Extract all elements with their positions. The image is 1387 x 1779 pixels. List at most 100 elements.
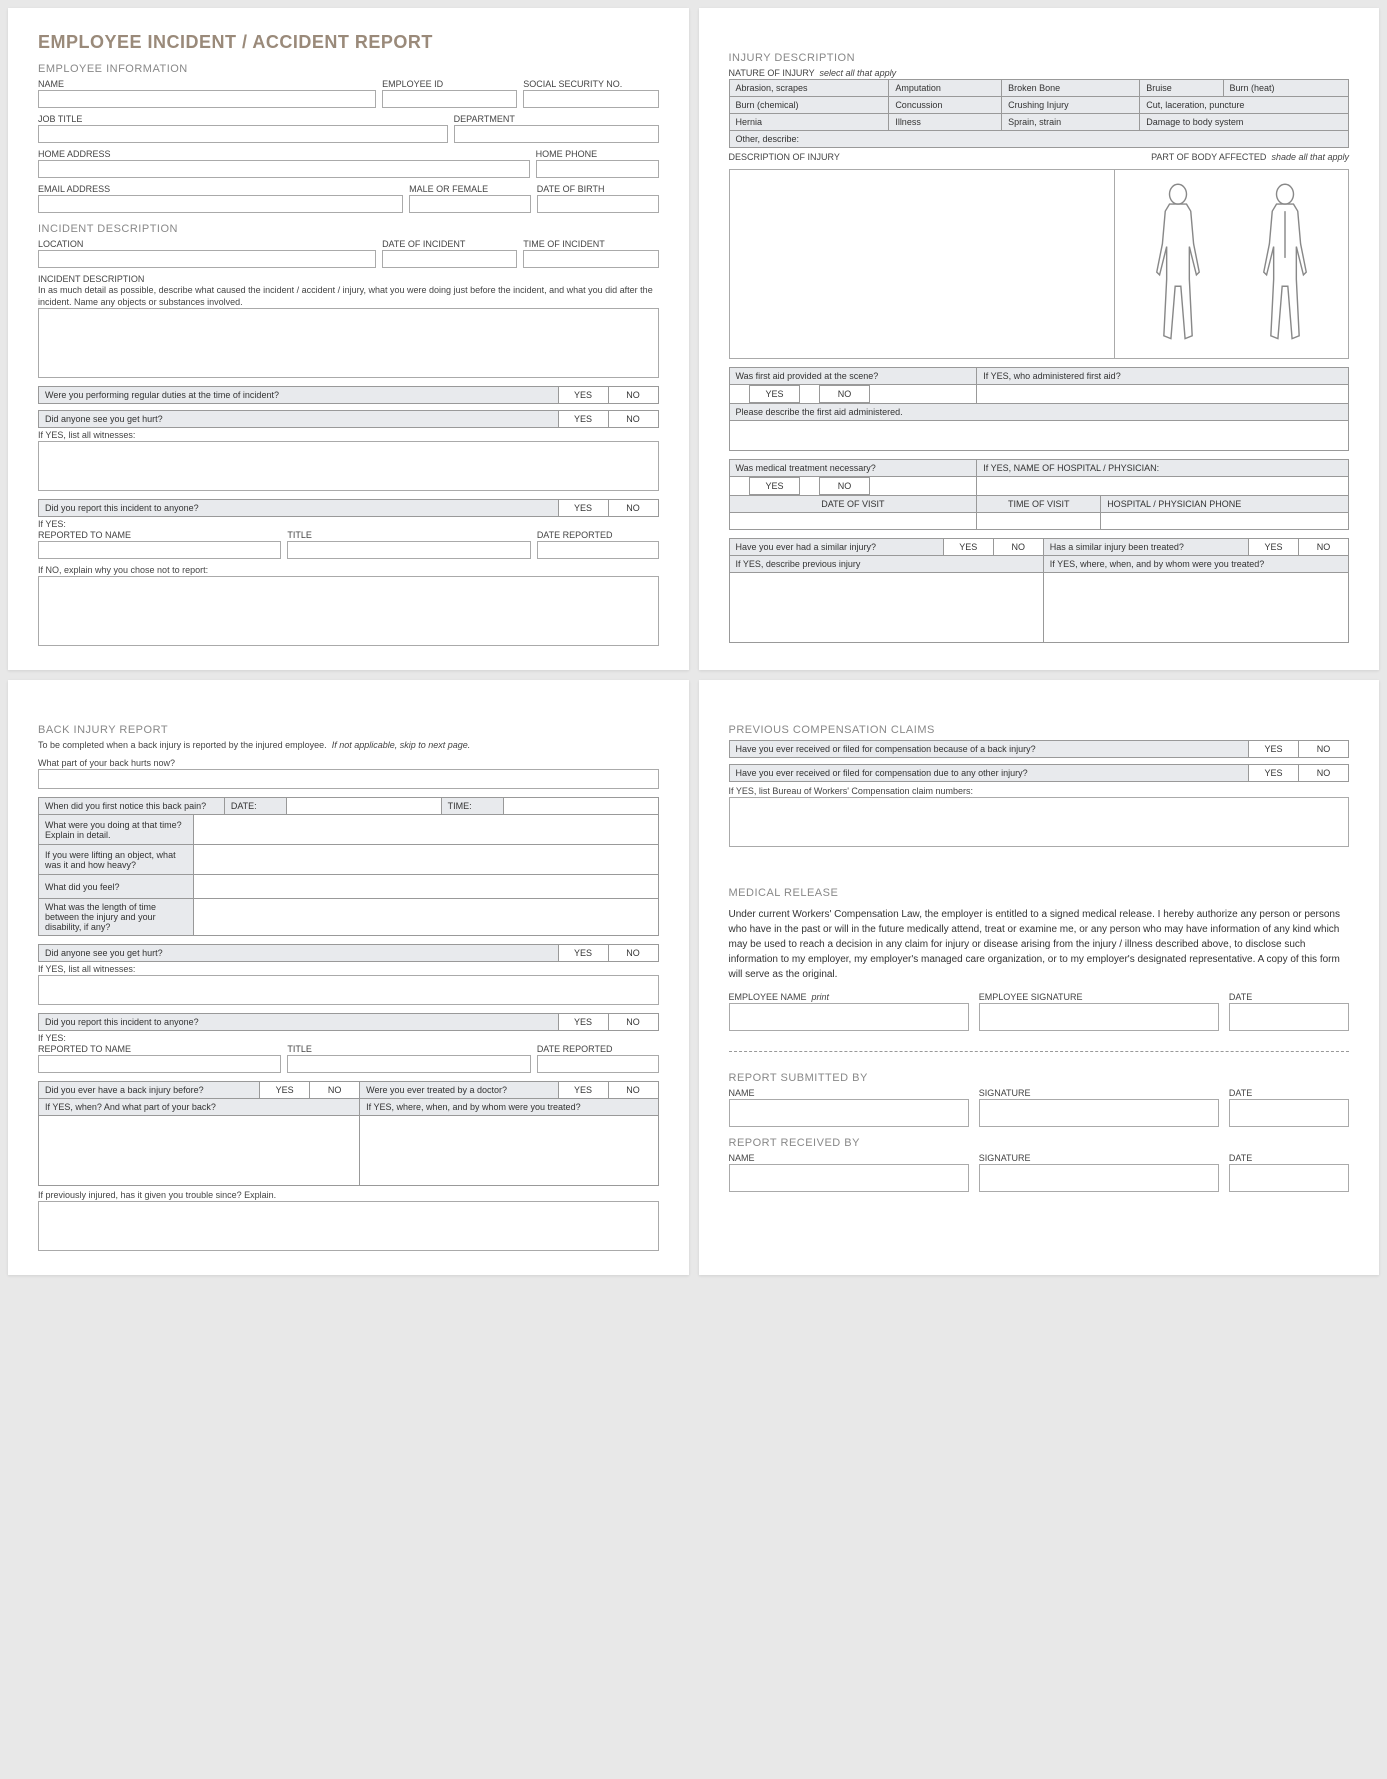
duties-yes[interactable]: YES (558, 387, 608, 404)
submitted-date-input[interactable] (1229, 1099, 1349, 1127)
nature-injury-table: Abrasion, scrapesAmputationBroken BoneBr… (729, 79, 1350, 148)
incident-desc-header: INCIDENT DESCRIPTION (38, 223, 659, 235)
witness-yes[interactable]: YES (558, 411, 608, 428)
treated-no[interactable]: NO (1299, 539, 1349, 556)
prev-back-yes[interactable]: YES (260, 1082, 310, 1099)
where-treated-textarea[interactable] (360, 1116, 658, 1186)
back-date-reported-input[interactable] (537, 1055, 659, 1073)
dob-input[interactable] (537, 195, 659, 213)
emp-name-input[interactable] (729, 1003, 969, 1031)
nature-cell[interactable]: Concussion (889, 97, 1002, 114)
gender-input[interactable] (409, 195, 531, 213)
nature-cell[interactable]: Crushing Injury (1002, 97, 1140, 114)
reported-to-input[interactable] (38, 541, 281, 559)
desc-injury-textarea[interactable] (730, 170, 1115, 358)
body-diagram[interactable] (1115, 170, 1348, 358)
back-witness-no[interactable]: NO (608, 945, 658, 962)
submitted-name-input[interactable] (729, 1099, 969, 1127)
firstaid-yes[interactable]: YES (750, 386, 800, 403)
where-treated-textarea[interactable] (1043, 573, 1348, 643)
hospital-input[interactable] (977, 477, 1349, 496)
prev-back-no[interactable]: NO (310, 1082, 360, 1099)
bureau-textarea[interactable] (729, 797, 1350, 847)
nature-cell[interactable]: Bruise (1140, 80, 1223, 97)
firstaid-desc-textarea[interactable] (729, 421, 1349, 451)
submitted-signature-input[interactable] (979, 1099, 1219, 1127)
hosp-phone-input[interactable] (1101, 513, 1349, 530)
medical-yes[interactable]: YES (750, 478, 800, 495)
trouble-textarea[interactable] (38, 1201, 659, 1251)
date-visit-input[interactable] (729, 513, 977, 530)
treated-yes[interactable]: YES (1249, 539, 1299, 556)
nature-other-cell[interactable]: Other, describe: (729, 131, 1349, 148)
date-reported-input[interactable] (537, 541, 659, 559)
home-address-input[interactable] (38, 160, 530, 178)
employee-id-input[interactable] (382, 90, 517, 108)
location-input[interactable] (38, 250, 376, 268)
comp-other-no[interactable]: NO (1299, 765, 1349, 782)
medical-no[interactable]: NO (820, 478, 870, 495)
nature-cell[interactable]: Burn (heat) (1223, 80, 1348, 97)
home-phone-input[interactable] (536, 160, 659, 178)
doctor-yes[interactable]: YES (558, 1082, 608, 1099)
firstaid-no[interactable]: NO (820, 386, 870, 403)
time-visit-input[interactable] (977, 513, 1101, 530)
length-input[interactable] (193, 899, 658, 936)
ssn-input[interactable] (523, 90, 658, 108)
witness-no[interactable]: NO (608, 411, 658, 428)
when-part-textarea[interactable] (39, 1116, 360, 1186)
report-yes[interactable]: YES (558, 500, 608, 517)
similar-yes[interactable]: YES (943, 539, 993, 556)
back-reporter-title-label: TITLE (287, 1044, 530, 1054)
reported-to-label: REPORTED TO NAME (38, 530, 281, 540)
received-date-input[interactable] (1229, 1164, 1349, 1192)
back-report-no[interactable]: NO (608, 1014, 658, 1031)
lifting-input[interactable] (193, 845, 658, 875)
nature-cell[interactable]: Amputation (889, 80, 1002, 97)
notice-date-input[interactable] (286, 798, 441, 815)
release-date-input[interactable] (1229, 1003, 1349, 1031)
nature-cell[interactable]: Illness (889, 114, 1002, 131)
nature-cell[interactable]: Sprain, strain (1002, 114, 1140, 131)
comp-back-no[interactable]: NO (1299, 741, 1349, 758)
name-input[interactable] (38, 90, 376, 108)
date-incident-input[interactable] (382, 250, 517, 268)
received-signature-input[interactable] (979, 1164, 1219, 1192)
no-explain-textarea[interactable] (38, 576, 659, 646)
received-name-input[interactable] (729, 1164, 969, 1192)
doctor-no[interactable]: NO (608, 1082, 658, 1099)
nature-cell[interactable]: Burn (chemical) (729, 97, 889, 114)
reporter-title-input[interactable] (287, 541, 530, 559)
back-witness-list-textarea[interactable] (38, 975, 659, 1005)
witness-list-textarea[interactable] (38, 441, 659, 491)
nature-cell[interactable]: Abrasion, scrapes (729, 80, 889, 97)
doing-input[interactable] (193, 815, 658, 845)
prev-injury-textarea[interactable] (729, 573, 1043, 643)
incident-desc-textarea[interactable] (38, 308, 659, 378)
similar-no[interactable]: NO (993, 539, 1043, 556)
nature-cell[interactable]: Damage to body system (1140, 114, 1349, 131)
desc-injury-label: DESCRIPTION OF INJURY (729, 152, 1124, 162)
comp-back-yes[interactable]: YES (1249, 741, 1299, 758)
back-reported-to-input[interactable] (38, 1055, 281, 1073)
firstaid-who-input[interactable] (977, 385, 1349, 404)
report-no[interactable]: NO (608, 500, 658, 517)
notice-time-input[interactable] (503, 798, 658, 815)
job-title-input[interactable] (38, 125, 448, 143)
comp-back-question: Have you ever received or filed for comp… (729, 741, 1249, 758)
comp-other-yes[interactable]: YES (1249, 765, 1299, 782)
back-part-input[interactable] (38, 769, 659, 789)
nature-cell[interactable]: Broken Bone (1002, 80, 1140, 97)
back-report-yes[interactable]: YES (558, 1014, 608, 1031)
time-incident-input[interactable] (523, 250, 658, 268)
duties-no[interactable]: NO (608, 387, 658, 404)
emp-signature-input[interactable] (979, 1003, 1219, 1031)
feel-input[interactable] (193, 875, 658, 899)
back-report-question: Did you report this incident to anyone? (39, 1014, 559, 1031)
back-reporter-title-input[interactable] (287, 1055, 530, 1073)
email-input[interactable] (38, 195, 403, 213)
nature-cell[interactable]: Cut, laceration, puncture (1140, 97, 1349, 114)
back-witness-yes[interactable]: YES (558, 945, 608, 962)
department-input[interactable] (454, 125, 659, 143)
nature-cell[interactable]: Hernia (729, 114, 889, 131)
